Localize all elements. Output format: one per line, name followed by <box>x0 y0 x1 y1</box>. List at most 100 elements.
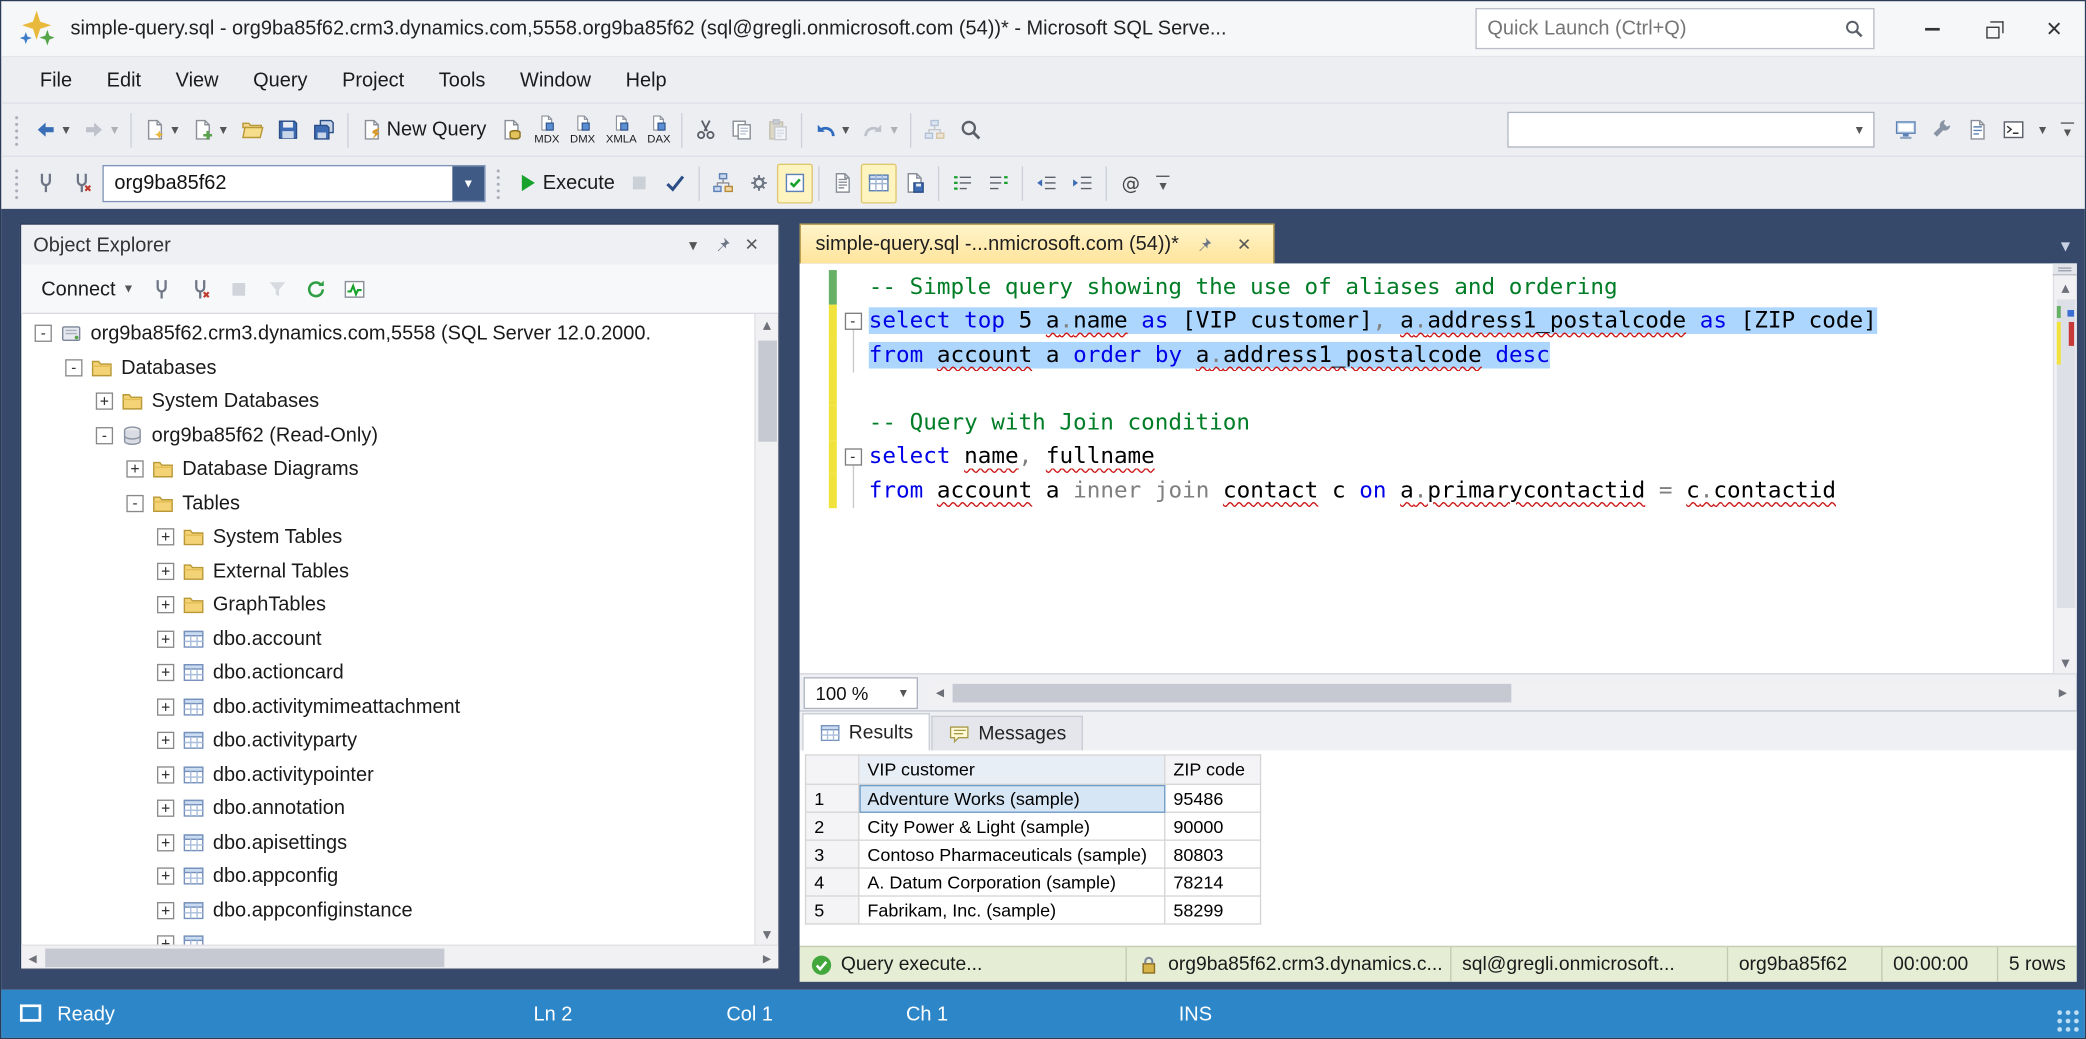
scroll-left-icon[interactable]: ◀ <box>21 946 44 970</box>
scrollbar-thumb[interactable] <box>45 949 444 968</box>
expand-icon[interactable]: + <box>157 766 174 783</box>
toolbar-overflow-button[interactable]: ▼ <box>2055 110 2079 150</box>
copy-button[interactable] <box>724 110 760 150</box>
expand-icon[interactable]: + <box>157 936 174 945</box>
connect-button[interactable]: Connect ▼ <box>32 270 141 307</box>
minimize-button[interactable] <box>1901 1 1962 57</box>
paste-button[interactable] <box>760 110 796 150</box>
add-new-item-button[interactable]: ▼ <box>185 110 233 150</box>
fold-margin[interactable]: - <box>837 304 869 338</box>
grid-cell[interactable]: 58299 <box>1165 896 1261 924</box>
uncomment-button[interactable] <box>981 163 1017 203</box>
results-text-button[interactable] <box>825 163 861 203</box>
outdent-button[interactable] <box>1029 163 1065 203</box>
expand-icon[interactable]: + <box>157 562 174 579</box>
quick-launch-search[interactable] <box>1475 8 1874 49</box>
collapse-icon[interactable]: - <box>35 325 52 342</box>
expand-icon[interactable]: + <box>157 800 174 817</box>
fold-margin[interactable]: - <box>837 440 869 474</box>
tab-results[interactable]: Results <box>802 713 930 750</box>
expand-icon[interactable]: + <box>157 596 174 613</box>
grid-cell[interactable]: 80803 <box>1165 840 1261 868</box>
execution-plan-button[interactable] <box>916 110 952 150</box>
expand-icon[interactable]: + <box>157 630 174 647</box>
grid-cell[interactable]: A. Datum Corporation (sample) <box>859 868 1165 896</box>
code-editor[interactable]: -- Simple query showing the use of alias… <box>800 263 2077 673</box>
tree-item-graphtables[interactable]: +GraphTables <box>21 588 754 622</box>
grid-row-number[interactable]: 3 <box>806 840 859 868</box>
tree-item-databases[interactable]: -Databases <box>21 351 754 385</box>
toolbar-overflow-button[interactable]: ▼ <box>1151 163 1175 203</box>
grid-row-number[interactable]: 5 <box>806 896 859 924</box>
expand-icon[interactable]: + <box>157 529 174 546</box>
scrollbar-thumb[interactable] <box>758 341 777 442</box>
menu-file[interactable]: File <box>23 57 90 102</box>
document-tab[interactable]: simple-query.sql -...nmicrosoft.com (54)… <box>800 224 1275 264</box>
toolbar-combo-input[interactable] <box>1508 119 1846 140</box>
stop-square-button[interactable] <box>221 269 257 309</box>
tab-messages[interactable]: Messages <box>932 716 1084 751</box>
collapse-region-icon[interactable]: - <box>844 448 861 465</box>
database-engine-query-button[interactable] <box>493 110 529 150</box>
comment-button[interactable] <box>945 163 981 203</box>
collapse-icon[interactable]: - <box>126 495 143 512</box>
zoom-combo[interactable]: 100 % ▼ <box>804 677 918 709</box>
new-project-button[interactable]: ▼ <box>137 110 185 150</box>
undo-button[interactable]: ▼ <box>808 110 856 150</box>
expand-icon[interactable]: + <box>157 834 174 851</box>
collapse-icon[interactable]: - <box>65 359 82 376</box>
parse-check-button[interactable] <box>657 163 693 203</box>
menu-edit[interactable]: Edit <box>89 57 158 102</box>
template-explorer-button[interactable] <box>1959 110 1995 150</box>
menu-view[interactable]: View <box>158 57 235 102</box>
filter-button[interactable] <box>260 269 296 309</box>
template-params-button[interactable]: @ <box>1112 163 1148 203</box>
tree-item-system-tables[interactable]: +System Tables <box>21 520 754 554</box>
registered-servers-button[interactable] <box>1887 110 1923 150</box>
wrench-button[interactable] <box>1923 110 1959 150</box>
save-button[interactable] <box>269 110 305 150</box>
scroll-up-icon[interactable]: ▲ <box>756 314 779 335</box>
analysis-query-button[interactable]: MDX <box>529 110 565 150</box>
disconnect-button[interactable] <box>183 269 219 309</box>
indent-button[interactable] <box>1065 163 1101 203</box>
toolbar-grip[interactable] <box>13 114 21 146</box>
tree-item-dbo-actioncard[interactable]: +dbo.actioncard <box>21 656 754 690</box>
expand-icon[interactable]: + <box>157 698 174 715</box>
close-button[interactable]: × <box>2024 1 2085 57</box>
tree-item-dbo-activityparty[interactable]: +dbo.activityparty <box>21 724 754 758</box>
expand-icon[interactable]: + <box>96 393 113 410</box>
results-grid-button[interactable] <box>861 163 897 203</box>
toolbar-grip[interactable] <box>13 167 21 199</box>
grid-cell[interactable]: Contoso Pharmaceuticals (sample) <box>859 840 1165 868</box>
menu-project[interactable]: Project <box>325 57 422 102</box>
back-arrow-button[interactable]: ▼ <box>28 110 76 150</box>
menu-tools[interactable]: Tools <box>422 57 503 102</box>
pin-icon[interactable] <box>708 230 737 259</box>
grid-row-number[interactable]: 4 <box>806 868 859 896</box>
save-all-button[interactable] <box>305 110 341 150</box>
resize-grip[interactable] <box>2055 1008 2080 1033</box>
collapse-icon[interactable]: - <box>96 427 113 444</box>
tree-item-dbo-annotation[interactable]: +dbo.annotation <box>21 792 754 826</box>
tree-item-dbo-appconfiginstance[interactable]: +dbo.appconfiginstance <box>21 893 754 927</box>
tree-item-database-diagrams[interactable]: +Database Diagrams <box>21 452 754 486</box>
grid-cell[interactable]: Adventure Works (sample) <box>859 784 1165 812</box>
analysis-query-button[interactable]: XMLA <box>601 110 642 150</box>
tree-item-org9ba85f62-read-only[interactable]: -org9ba85f62 (Read-Only) <box>21 418 754 452</box>
window-position-icon[interactable]: ▼ <box>679 230 708 259</box>
scrollbar-thumb[interactable] <box>953 683 1512 702</box>
grid-column-header-zip-code[interactable]: ZIP code <box>1165 755 1261 784</box>
refresh-button[interactable] <box>298 269 334 309</box>
grid-cell[interactable]: City Power & Light (sample) <box>859 812 1165 840</box>
open-file-button[interactable] <box>234 110 270 150</box>
cut-button[interactable] <box>688 110 724 150</box>
dropdown-caret-button[interactable]: ▼ <box>2031 110 2053 150</box>
grid-cell[interactable]: Fabrikam, Inc. (sample) <box>859 896 1165 924</box>
grid-cell[interactable]: 90000 <box>1165 812 1261 840</box>
grid-corner-header[interactable] <box>806 755 859 784</box>
tree-item-system-databases[interactable]: +System Databases <box>21 384 754 418</box>
grid-row-number[interactable]: 1 <box>806 784 859 812</box>
tree-item-dbo-activitypointer[interactable]: +dbo.activitypointer <box>21 758 754 792</box>
maximize-button[interactable] <box>1962 1 2023 57</box>
